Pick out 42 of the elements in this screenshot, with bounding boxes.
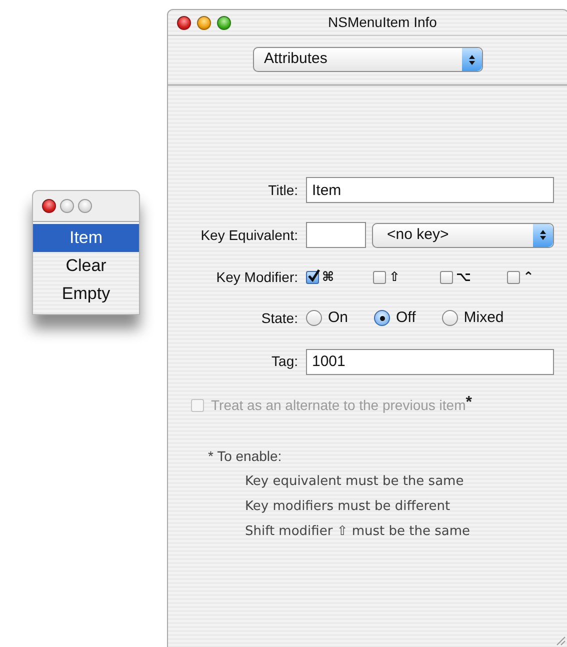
radio-button[interactable] bbox=[374, 310, 390, 326]
key-popup[interactable]: <no key> bbox=[372, 222, 554, 248]
field-label: Key Modifier: bbox=[215, 268, 299, 287]
stepper-arrows-icon bbox=[533, 224, 553, 246]
modifier-symbol: ⇧ bbox=[389, 268, 400, 287]
radio-button[interactable] bbox=[306, 310, 322, 326]
checkbox-label: Treat as an alternate to the previous item bbox=[211, 396, 466, 415]
modifier-symbol: ⌘ bbox=[322, 268, 334, 287]
menu-item[interactable]: Clear bbox=[33, 252, 139, 280]
stepper-arrows-icon bbox=[462, 48, 482, 71]
modifier-symbol: ⌥ bbox=[456, 268, 471, 287]
note-title: * To enable: bbox=[208, 446, 283, 466]
field-label: Tag: bbox=[270, 352, 299, 371]
zoom-button[interactable] bbox=[217, 16, 231, 30]
close-button[interactable] bbox=[177, 16, 191, 30]
menu-item[interactable]: Item bbox=[33, 224, 139, 252]
radio-button[interactable] bbox=[442, 310, 458, 326]
minimize-button[interactable] bbox=[197, 16, 211, 30]
note-line: Key equivalent must be the same bbox=[244, 472, 465, 490]
checkbox[interactable] bbox=[440, 271, 453, 284]
input-field[interactable]: Item bbox=[306, 177, 554, 203]
zoom-button[interactable] bbox=[78, 199, 92, 213]
note-line: Key modifiers must be different bbox=[244, 498, 452, 516]
input-field[interactable] bbox=[306, 222, 366, 248]
field-label: Key Equivalent: bbox=[200, 226, 299, 245]
resize-grip-icon bbox=[554, 634, 566, 646]
window-title: NSMenuItem Info bbox=[328, 13, 437, 32]
checkbox[interactable] bbox=[507, 271, 520, 284]
modifier-symbol: ⌃ bbox=[523, 268, 534, 287]
field-label: State: bbox=[260, 308, 299, 328]
checkbox[interactable] bbox=[306, 271, 319, 284]
pane-popup[interactable]: Attributes bbox=[253, 47, 483, 72]
asterisk: * bbox=[466, 392, 472, 412]
radio-label: On bbox=[328, 308, 348, 328]
input-field[interactable]: 1001 bbox=[306, 348, 554, 374]
radio-label: Off bbox=[396, 308, 416, 328]
field-label: Title: bbox=[267, 180, 299, 200]
checkbox[interactable] bbox=[373, 271, 386, 284]
close-button[interactable] bbox=[42, 199, 56, 213]
radio-label: Mixed bbox=[464, 308, 504, 328]
menu-item[interactable]: Empty bbox=[33, 280, 139, 308]
note-line: Shift modifier ⇧ must be the same bbox=[244, 522, 472, 540]
